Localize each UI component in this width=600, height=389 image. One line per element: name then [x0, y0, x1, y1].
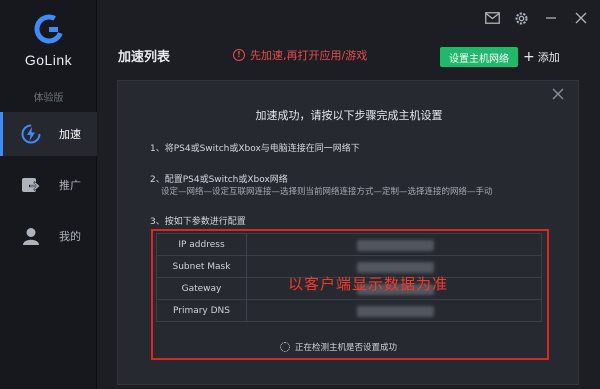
- mail-icon[interactable]: [484, 10, 500, 26]
- golink-logo-icon: [34, 14, 64, 44]
- step-1: 1、将PS4或Switch或Xbox与电脑连接在同一网络下: [150, 144, 360, 154]
- sidebar-item-promote[interactable]: 推广: [0, 163, 97, 207]
- close-icon[interactable]: [573, 10, 589, 26]
- loading-spinner-icon: [280, 342, 290, 352]
- detection-status: 正在检测主机是否设置成功: [280, 341, 397, 353]
- edition-label: 体验版: [33, 93, 64, 104]
- share-icon: [20, 174, 42, 196]
- annotation-note: 以客户端显示数据为准: [288, 275, 449, 293]
- add-button[interactable]: + 添加: [523, 49, 560, 65]
- sidebar-item-label: 加速: [59, 128, 81, 141]
- warning-text: 先加速,再打开应用/游戏: [250, 49, 368, 62]
- configure-host-network-button[interactable]: 设置主机网络: [440, 47, 518, 67]
- sidebar-item-accelerate[interactable]: 加速: [0, 112, 97, 156]
- sidebar-item-label: 推广: [59, 179, 81, 192]
- plus-icon: +: [523, 49, 535, 65]
- sidebar-item-mine[interactable]: 我的: [0, 214, 97, 258]
- alert-icon: !: [233, 49, 245, 61]
- step-2-detail: 设定—网络—设定互联网连接—选择则当前网络连接方式—定制—选择连接的网络—手动: [161, 187, 493, 197]
- minimize-icon[interactable]: [543, 10, 559, 26]
- host-setup-panel: 加速成功，请按以下步骤完成主机设置 1、将PS4或Switch或Xbox与电脑连…: [117, 80, 579, 385]
- page-title: 加速列表: [118, 50, 171, 65]
- sidebar: GoLink 体验版 加速 推广 我的: [0, 0, 97, 389]
- warning-message: ! 先加速,再打开应用/游戏: [233, 47, 367, 63]
- step-2: 2、配置PS4或Switch或Xbox网络: [150, 175, 288, 185]
- detection-status-text: 正在检测主机是否设置成功: [295, 343, 398, 353]
- lightning-icon: [20, 123, 42, 145]
- user-icon: [20, 225, 42, 247]
- step-3: 3、按如下参数进行配置: [150, 217, 246, 227]
- sidebar-item-label: 我的: [59, 230, 81, 243]
- settings-icon[interactable]: [513, 10, 529, 26]
- panel-heading: 加速成功，请按以下步骤完成主机设置: [255, 109, 443, 122]
- panel-close-icon[interactable]: [551, 87, 565, 101]
- app-brand: GoLink: [24, 52, 73, 68]
- add-button-label: 添加: [537, 51, 560, 64]
